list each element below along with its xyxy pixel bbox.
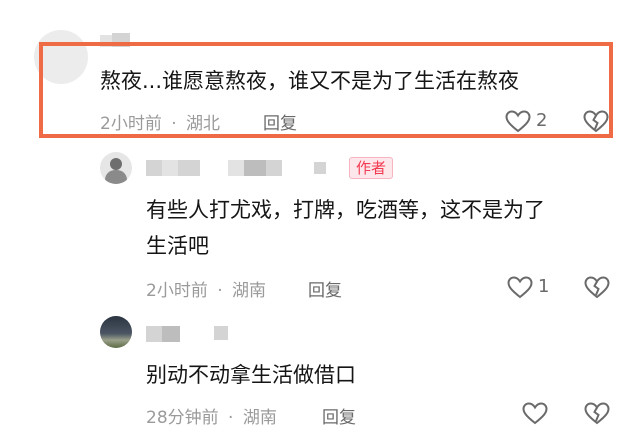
- like-count: 1: [538, 276, 550, 297]
- avatar[interactable]: [100, 152, 132, 184]
- comment-location: 湖南: [232, 281, 267, 301]
- like-count: 2: [536, 110, 548, 131]
- heart-outline-icon[interactable]: [505, 110, 531, 133]
- comment-time: 2小时前: [100, 114, 162, 134]
- comment-text: 别动不动拿生活做借口: [146, 363, 356, 387]
- reply-button[interactable]: 回复: [308, 276, 342, 301]
- reply-button[interactable]: 回复: [263, 109, 297, 134]
- comment-text: 有些人打尤戏，打牌，吃酒等，这不是为了: [146, 198, 545, 222]
- meta-separator: ·: [171, 114, 177, 134]
- comment-meta: 2小时前 · 湖南: [146, 276, 266, 301]
- comment-location: 湖南: [242, 408, 277, 428]
- comment-meta: 28分钟前 · 湖南: [146, 403, 277, 428]
- broken-heart-icon[interactable]: [584, 402, 610, 425]
- meta-separator: ·: [217, 281, 223, 301]
- comment-text-continued: 生活吧: [146, 234, 209, 258]
- reply-button[interactable]: 回复: [322, 403, 356, 428]
- comment-text: 熬夜...谁愿意熬夜，谁又不是为了生活在熬夜: [100, 69, 520, 93]
- broken-heart-icon[interactable]: [583, 110, 609, 133]
- comment-time: 2小时前: [146, 281, 208, 301]
- heart-outline-icon[interactable]: [507, 276, 533, 299]
- meta-separator: ·: [228, 408, 234, 428]
- comment-meta: 2小时前 · 湖北: [100, 109, 220, 134]
- comment-location: 湖北: [186, 114, 221, 134]
- comment-time: 28分钟前: [146, 408, 219, 428]
- author-badge: 作者: [349, 157, 394, 179]
- heart-outline-icon[interactable]: [522, 402, 548, 425]
- broken-heart-icon[interactable]: [584, 276, 610, 299]
- avatar[interactable]: [100, 316, 132, 348]
